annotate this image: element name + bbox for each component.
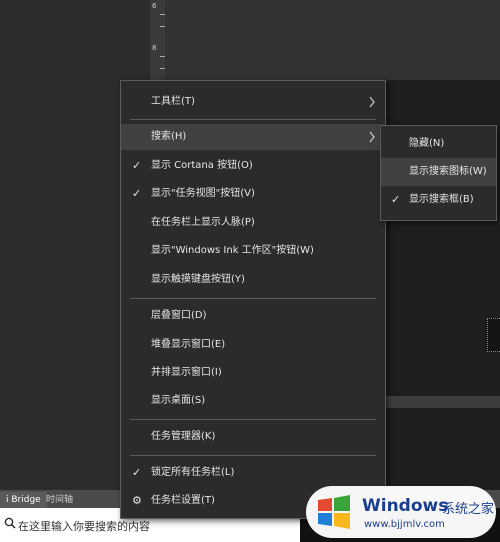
selection-box — [487, 318, 500, 352]
windows-logo-icon — [318, 495, 350, 529]
menu-item-show-touch-keyboard[interactable]: 显示触摸键盘按钮(Y) — [121, 267, 385, 293]
menu-item-label: 工具栏(T) — [151, 96, 195, 107]
menu-item-show-desktop[interactable]: 显示桌面(S) — [121, 388, 385, 414]
menu-item-label: 层叠窗口(D) — [151, 310, 207, 321]
menu-item-search[interactable]: 搜索(H) — [121, 124, 385, 150]
menu-item-show-windows-ink[interactable]: 显示"Windows Ink 工作区"按钮(W) — [121, 238, 385, 264]
menu-item-label: 并排显示窗口(I) — [151, 367, 222, 378]
menu-item-label: 堆叠显示窗口(E) — [151, 339, 226, 350]
checkmark-icon: ✓ — [132, 466, 142, 479]
menu-item-show-people[interactable]: 在任务栏上显示人脉(P) — [121, 210, 385, 236]
menu-item-label: 显示"Windows Ink 工作区"按钮(W) — [151, 245, 314, 256]
watermark-brand-cn: 系统之家 — [442, 502, 495, 517]
chevron-right-icon — [369, 131, 375, 143]
menu-item-lock-taskbar[interactable]: ✓ 锁定所有任务栏(L) — [121, 460, 385, 486]
menu-item-stack-windows[interactable]: 堆叠显示窗口(E) — [121, 332, 385, 358]
watermark-url: www.bjjmlv.com — [364, 519, 445, 530]
tab-timeline[interactable]: 时间轴 — [40, 492, 79, 508]
ruler-mark: 8 — [152, 44, 157, 52]
menu-item-cascade-windows[interactable]: 层叠窗口(D) — [121, 303, 385, 329]
editor-canvas-area — [165, 0, 500, 80]
menu-item-toolbars[interactable]: 工具栏(T) — [121, 89, 385, 115]
submenu-item-label: 隐藏(N) — [409, 138, 445, 149]
watermark-badge: Windows 系统之家 www.bjjmlv.com — [306, 486, 496, 538]
search-icon — [4, 517, 16, 529]
menu-item-label: 锁定所有任务栏(L) — [151, 467, 235, 478]
submenu-item-label: 显示搜索框(B) — [409, 194, 474, 205]
menu-divider — [130, 298, 376, 299]
chevron-right-icon — [369, 96, 375, 108]
menu-item-label: 任务管理器(K) — [151, 431, 216, 442]
submenu-item-label: 显示搜索图标(W) — [409, 166, 487, 177]
submenu-item-hide[interactable]: 隐藏(N) — [381, 130, 496, 158]
menu-item-side-by-side[interactable]: 并排显示窗口(I) — [121, 360, 385, 386]
menu-item-show-cortana[interactable]: ✓ 显示 Cortana 按钮(O) — [121, 153, 385, 179]
menu-item-label: 搜索(H) — [151, 131, 187, 142]
menu-item-label: 显示桌面(S) — [151, 395, 206, 406]
menu-item-label: 显示触摸键盘按钮(Y) — [151, 274, 245, 285]
search-placeholder: 在这里输入你要搜索的内容 — [18, 520, 150, 533]
menu-divider — [130, 455, 376, 456]
search-submenu: 隐藏(N) 显示搜索图标(W) ✓ 显示搜索框(B) — [380, 125, 497, 221]
checkmark-icon: ✓ — [132, 159, 142, 172]
checkmark-icon: ✓ — [132, 187, 142, 200]
menu-item-label: 显示 Cortana 按钮(O) — [151, 160, 253, 171]
menu-divider — [130, 119, 376, 120]
menu-item-label: 任务栏设置(T) — [151, 495, 215, 506]
ruler-mark: 6 — [152, 2, 157, 10]
menu-item-task-manager[interactable]: 任务管理器(K) — [121, 424, 385, 450]
menu-item-label: 显示"任务视图"按钮(V) — [151, 188, 255, 199]
submenu-item-show-search-box[interactable]: ✓ 显示搜索框(B) — [381, 186, 496, 214]
gear-icon: ⚙ — [132, 494, 142, 507]
menu-divider — [130, 419, 376, 420]
taskbar-context-menu: 工具栏(T) 搜索(H) ✓ 显示 Cortana 按钮(O) ✓ 显示"任务视… — [120, 80, 386, 519]
submenu-item-show-search-icon[interactable]: 显示搜索图标(W) — [381, 158, 496, 186]
menu-item-show-task-view[interactable]: ✓ 显示"任务视图"按钮(V) — [121, 181, 385, 207]
horizontal-scrollbar[interactable] — [385, 396, 500, 408]
menu-item-label: 在任务栏上显示人脉(P) — [151, 217, 255, 228]
checkmark-icon: ✓ — [391, 193, 401, 206]
watermark-brand: Windows — [362, 496, 449, 516]
vertical-ruler: 6 8 — [150, 0, 166, 80]
